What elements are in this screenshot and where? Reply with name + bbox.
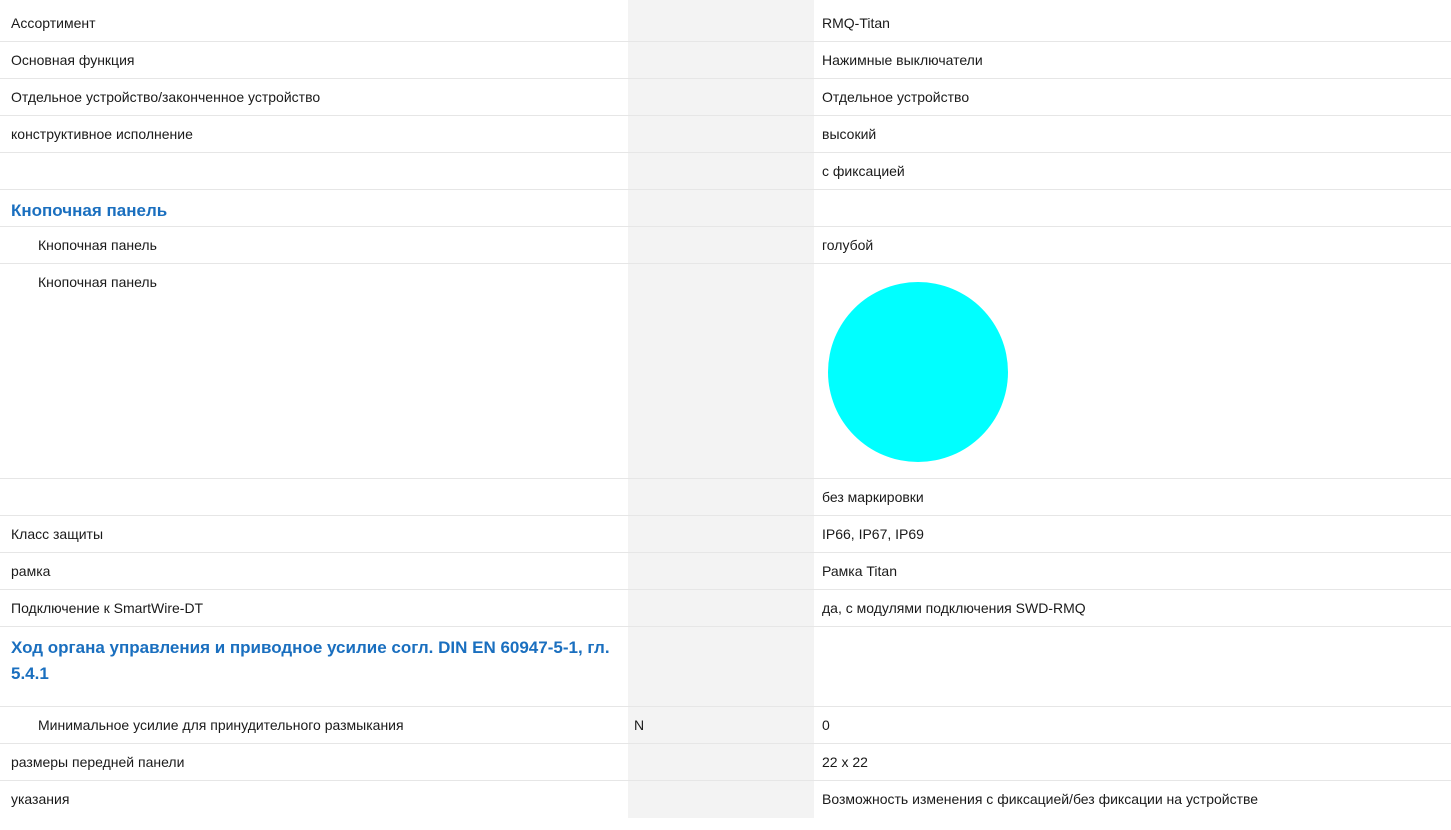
row-notes: указания Возможность изменения с фиксаци… xyxy=(0,781,1451,818)
unit-cell xyxy=(628,190,742,226)
unit-cell xyxy=(628,553,742,589)
section-title: Ход органа управления и приводное усилие… xyxy=(11,638,610,683)
row-marking: без маркировки xyxy=(0,479,1451,516)
row-value: Возможность изменения с фиксацией/без фи… xyxy=(822,791,1259,807)
unit-cell xyxy=(628,590,742,626)
section-header-travel-force: Ход органа управления и приводное усилие… xyxy=(0,627,1451,707)
row-value: 22 x 22 xyxy=(822,754,868,770)
spec-table: Ассортимент RMQ-Titan Основная функция Н… xyxy=(0,0,1451,818)
row-value: высокий xyxy=(822,126,877,142)
row-value: IP66, IP67, IP69 xyxy=(822,526,924,542)
unit-cell xyxy=(628,516,742,552)
row-label: конструктивное исполнение xyxy=(11,126,193,142)
row-device-type: Отдельное устройство/законченное устройс… xyxy=(0,79,1451,116)
row-min-force: Минимальное усилие для принудительного р… xyxy=(0,707,1451,744)
row-main-function: Основная функция Нажимные выключатели xyxy=(0,42,1451,79)
row-smartwire: Подключение к SmartWire-DT да, с модулям… xyxy=(0,590,1451,627)
row-frame: рамка Рамка Titan xyxy=(0,553,1451,590)
unit-cell xyxy=(628,116,742,152)
row-value: Отдельное устройство xyxy=(822,89,970,105)
section-title: Кнопочная панель xyxy=(11,201,168,220)
row-value: без маркировки xyxy=(822,489,924,505)
row-assortment: Ассортимент RMQ-Titan xyxy=(0,5,1451,42)
unit-cell xyxy=(628,479,742,515)
row-design: конструктивное исполнение высокий xyxy=(0,116,1451,153)
row-label: Минимальное усилие для принудительного р… xyxy=(38,717,404,733)
row-label: Основная функция xyxy=(11,52,135,68)
unit-cell xyxy=(628,627,742,706)
row-label: Класс защиты xyxy=(11,526,104,542)
unit-cell xyxy=(628,264,742,478)
row-value: 0 xyxy=(822,717,830,733)
row-front-dims: размеры передней панели 22 x 22 xyxy=(0,744,1451,781)
row-label: Кнопочная панель xyxy=(38,237,157,253)
row-latching: с фиксацией xyxy=(0,153,1451,190)
row-value: голубой xyxy=(822,237,874,253)
row-label: размеры передней панели xyxy=(11,754,185,770)
row-label: Подключение к SmartWire-DT xyxy=(11,600,204,616)
row-label: Кнопочная панель xyxy=(38,274,157,290)
row-label xyxy=(0,153,628,189)
row-label: указания xyxy=(11,791,70,807)
row-button-panel-color: Кнопочная панель голубой xyxy=(0,227,1451,264)
row-label xyxy=(0,479,628,515)
unit-cell xyxy=(628,744,742,780)
unit-cell xyxy=(628,153,742,189)
row-button-panel-swatch: Кнопочная панель xyxy=(0,264,1451,479)
row-value: с фиксацией xyxy=(822,163,905,179)
row-value: Рамка Titan xyxy=(822,563,897,579)
row-label: Отдельное устройство/законченное устройс… xyxy=(11,89,321,105)
row-value: да, с модулями подключения SWD-RMQ xyxy=(822,600,1086,616)
section-header-button-panel: Кнопочная панель xyxy=(0,190,1451,227)
row-value: Нажимные выключатели xyxy=(822,52,983,68)
row-value: RMQ-Titan xyxy=(822,15,890,31)
row-protection: Класс защиты IP66, IP67, IP69 xyxy=(0,516,1451,553)
unit-cell xyxy=(628,227,742,263)
unit-cell: N xyxy=(628,707,742,743)
row-label: Ассортимент xyxy=(11,15,96,31)
unit-cell xyxy=(628,781,742,818)
unit-cell xyxy=(628,42,742,78)
unit-cell xyxy=(628,5,742,41)
row-label: рамка xyxy=(11,563,51,579)
unit-cell xyxy=(628,79,742,115)
color-swatch-circle xyxy=(828,282,1008,462)
